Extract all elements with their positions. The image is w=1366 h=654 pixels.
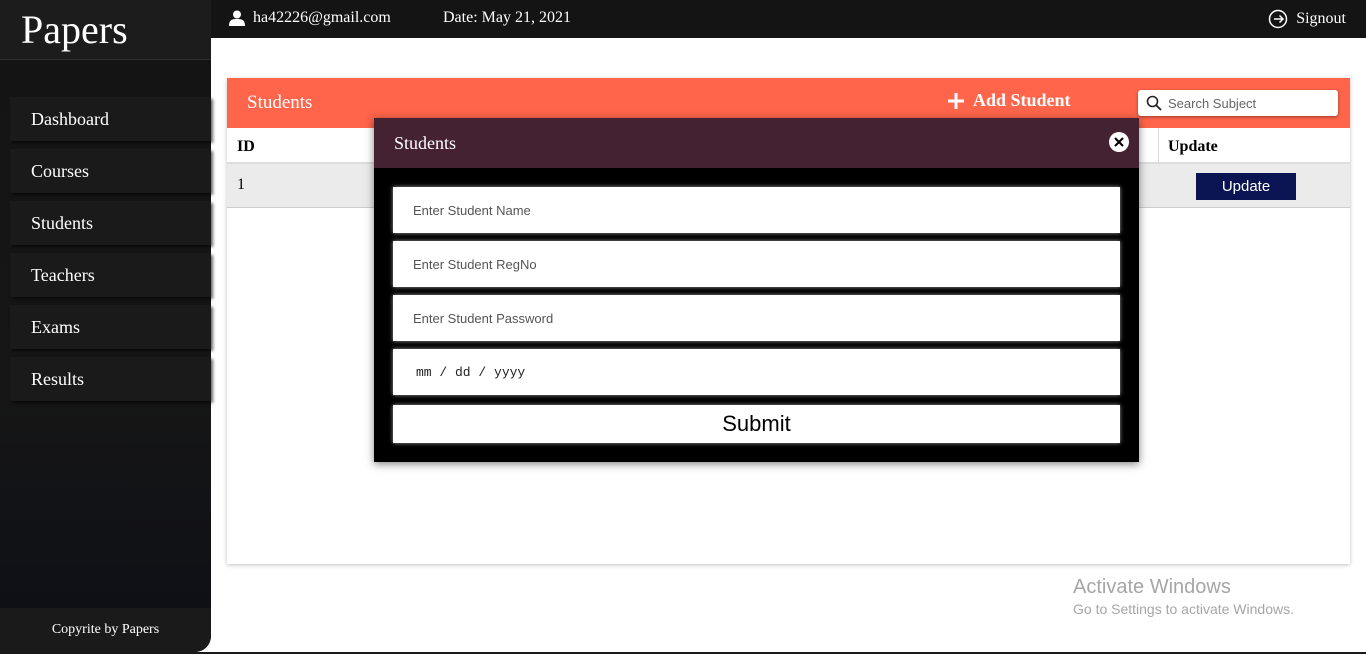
sidebar-item-teachers[interactable]: Teachers: [10, 253, 211, 297]
sidebar-item-results[interactable]: Results: [10, 357, 211, 401]
close-button[interactable]: [1109, 132, 1129, 152]
date-input[interactable]: mm / dd / yyyy: [413, 365, 525, 380]
close-icon: [1114, 137, 1124, 147]
column-header-update: Update: [1168, 138, 1218, 155]
add-student-label: Add Student: [973, 90, 1071, 110]
search-box: [1138, 90, 1338, 116]
search-icon: [1146, 95, 1162, 111]
sidebar-item-exams[interactable]: Exams: [10, 305, 211, 349]
student-password-field: [393, 295, 1120, 341]
sidebar-item-dashboard[interactable]: Dashboard: [10, 97, 211, 141]
signout-button[interactable]: Signout: [1268, 9, 1346, 29]
student-regno-input[interactable]: [413, 256, 1120, 272]
student-name-field: [393, 187, 1120, 233]
student-regno-field: [393, 241, 1120, 287]
update-button[interactable]: Update: [1196, 173, 1296, 200]
user-icon: [229, 10, 245, 26]
brand-logo[interactable]: Papers: [0, 0, 211, 60]
modal-form: mm / dd / yyyy Submit: [393, 187, 1120, 443]
sidebar-item-students[interactable]: Students: [10, 201, 211, 245]
add-student-modal: Students mm / dd / yyyy Submit: [374, 118, 1139, 462]
row-id: 1: [237, 176, 245, 193]
signout-icon: [1268, 9, 1288, 29]
plus-icon: [948, 92, 964, 109]
current-date: Date: May 21, 2021: [443, 9, 571, 26]
add-student-button[interactable]: Add Student: [947, 90, 1071, 111]
signout-label: Signout: [1296, 10, 1346, 27]
card-title: Students: [247, 92, 313, 113]
sidebar-nav: Dashboard Courses Students Teachers Exam…: [10, 97, 211, 409]
user-email: ha42226@gmail.com: [253, 9, 391, 26]
student-name-input[interactable]: [413, 202, 1120, 218]
submit-button[interactable]: Submit: [393, 405, 1120, 443]
modal-title: Students: [394, 133, 457, 153]
student-password-input[interactable]: [413, 310, 1120, 326]
column-divider: [1158, 128, 1159, 164]
search-input[interactable]: [1168, 95, 1328, 111]
sidebar-item-courses[interactable]: Courses: [10, 149, 211, 193]
modal-header: Students: [374, 118, 1139, 168]
sidebar-footer: Copyrite by Papers: [0, 608, 211, 652]
activation-watermark: Activate Windows Go to Settings to activ…: [1073, 576, 1294, 617]
date-field[interactable]: mm / dd / yyyy: [393, 349, 1120, 395]
top-bar: ha42226@gmail.com Date: May 21, 2021 Sig…: [211, 0, 1366, 38]
sidebar: Papers Dashboard Courses Students Teache…: [0, 0, 211, 652]
watermark-title: Activate Windows: [1073, 576, 1231, 598]
user-info: ha42226@gmail.com: [229, 9, 391, 27]
column-header-id: ID: [237, 138, 255, 155]
watermark-subtitle: Go to Settings to activate Windows.: [1073, 601, 1294, 617]
